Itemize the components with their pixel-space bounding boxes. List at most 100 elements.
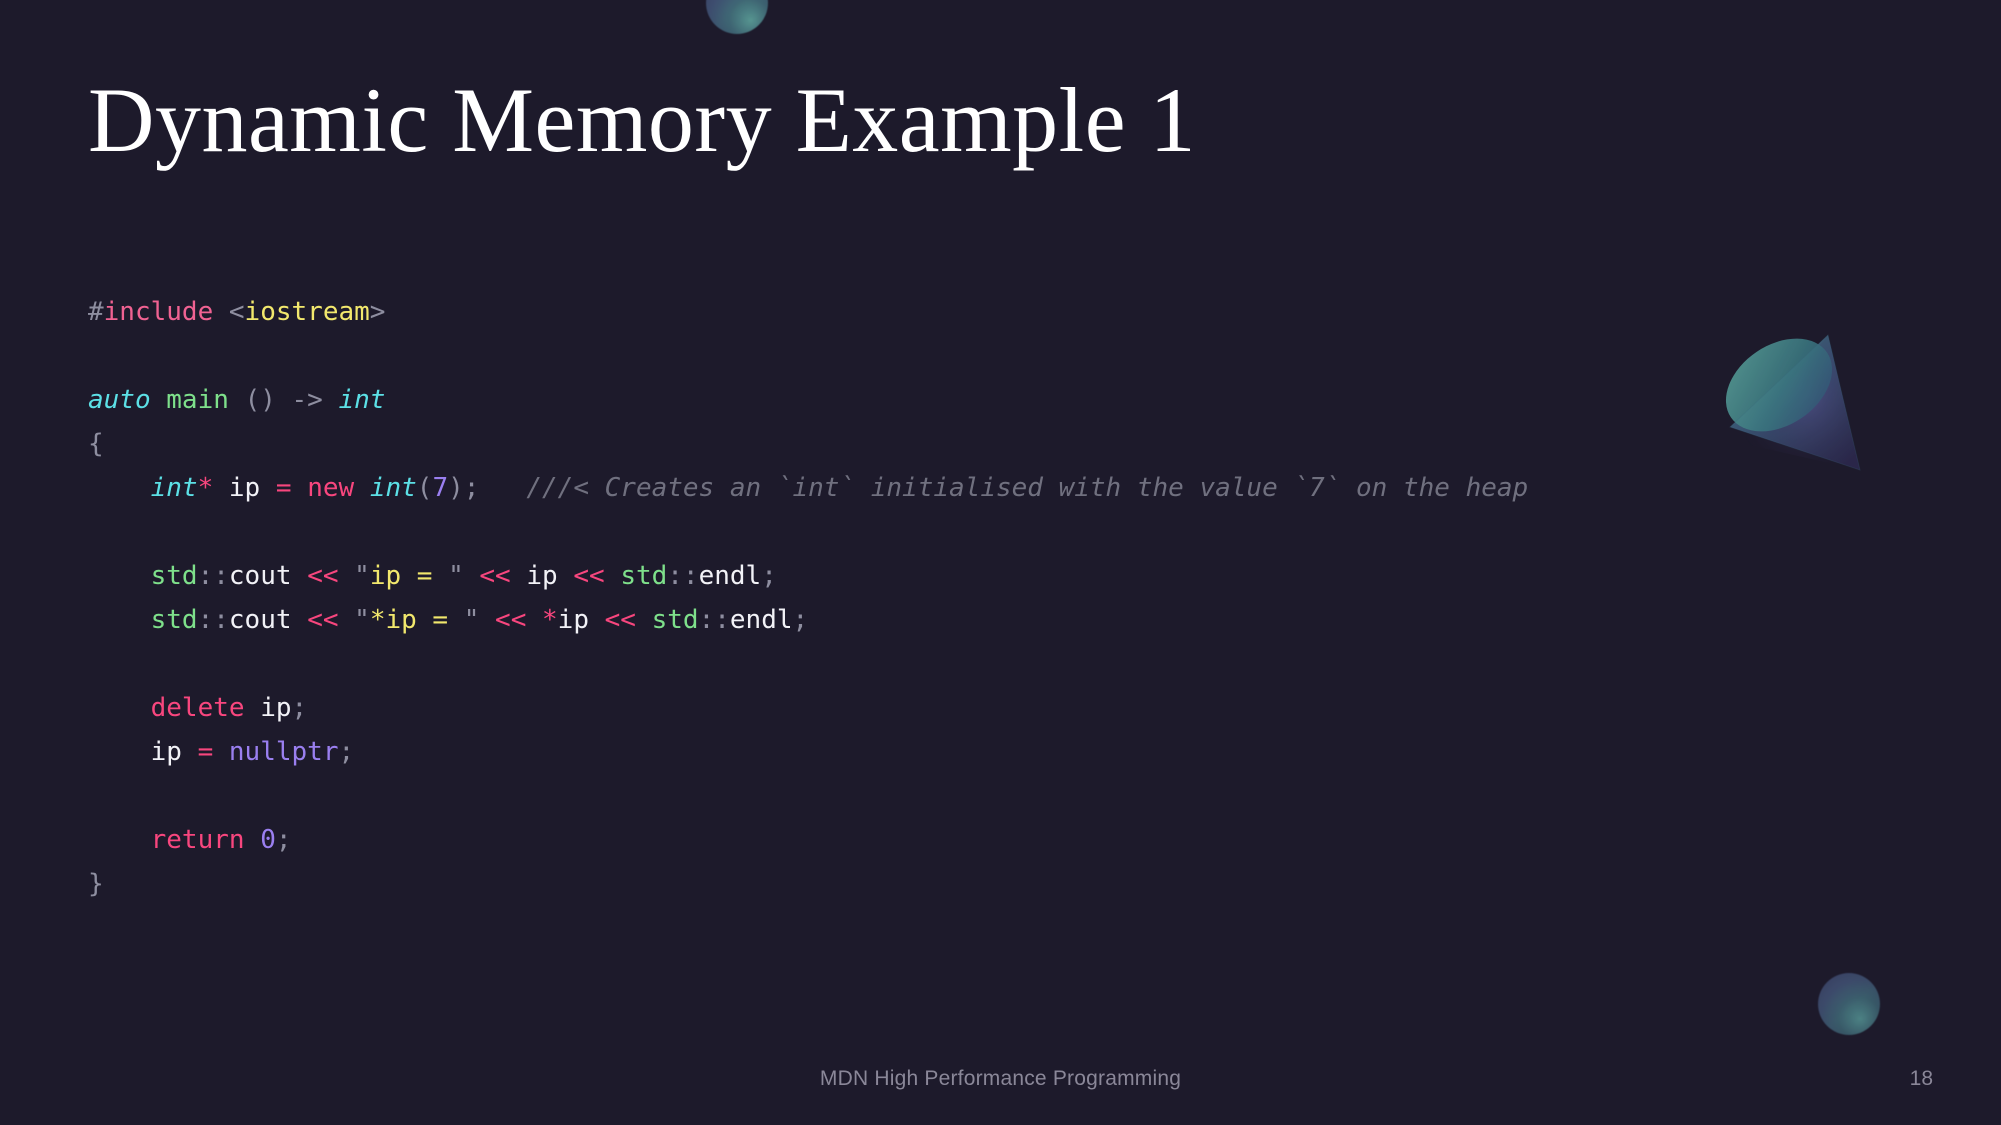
code-token: int xyxy=(150,473,198,503)
code-token: cout xyxy=(228,561,292,591)
code-token: ; xyxy=(792,605,809,635)
slide-canvas: Dynamic Memory Example 1 #include <iostr… xyxy=(0,0,2001,1125)
code-token: } xyxy=(88,869,104,899)
code-token: << xyxy=(307,605,339,635)
sphere-decoration-top xyxy=(706,0,768,34)
code-line: { xyxy=(88,422,1528,466)
code-token: = xyxy=(275,473,292,503)
code-line: return 0; xyxy=(88,818,1528,862)
code-token: () xyxy=(244,385,276,415)
code-token: ///< Creates an `int` initialised with t… xyxy=(526,473,1529,503)
page-number: 18 xyxy=(1909,1067,1933,1090)
footer-label: MDN High Performance Programming xyxy=(819,1067,1182,1090)
code-token: ip xyxy=(228,473,261,503)
code-line: ip = nullptr; xyxy=(88,730,1528,774)
code-token: return xyxy=(150,825,245,855)
code-token: endl xyxy=(729,605,793,635)
code-line: delete ip; xyxy=(88,686,1528,730)
code-token: * xyxy=(197,473,214,503)
code-token: " xyxy=(448,561,464,591)
code-token: ; xyxy=(275,825,292,855)
code-token: 7 xyxy=(432,473,449,503)
code-token: ip xyxy=(150,737,182,767)
code-token: ip xyxy=(260,693,292,723)
code-token: ip xyxy=(557,605,589,635)
code-line: } xyxy=(88,862,1528,906)
code-token: :: xyxy=(667,561,699,591)
code-token: ; xyxy=(291,693,308,723)
code-token: << xyxy=(479,561,511,591)
code-token: ); xyxy=(448,473,480,503)
code-token: :: xyxy=(698,605,730,635)
code-token: 0 xyxy=(260,825,276,855)
code-line: #include <iostream> xyxy=(88,290,1528,334)
code-token: " xyxy=(354,605,370,635)
sphere-decoration-bottom xyxy=(1818,973,1880,1035)
code-token: < xyxy=(228,297,245,327)
code-token: ip xyxy=(526,561,558,591)
code-token: ; xyxy=(761,561,777,591)
code-line: int* ip = new int(7); ///< Creates an `i… xyxy=(88,466,1529,510)
code-token: std xyxy=(651,605,699,635)
code-line: auto main () -> int xyxy=(88,378,1528,422)
code-token: std xyxy=(150,605,198,635)
cone-decoration xyxy=(1700,315,1930,515)
code-token: " xyxy=(354,561,370,591)
code-line: std::cout << "ip = " << ip << std::endl; xyxy=(88,554,1528,598)
code-token: main xyxy=(166,385,229,415)
code-token: :: xyxy=(197,605,229,635)
code-token: ; xyxy=(338,737,355,767)
code-token: { xyxy=(88,429,104,459)
code-token: new xyxy=(307,473,355,503)
code-token: nullptr xyxy=(228,737,339,767)
code-block: #include <iostream> auto main () -> int {… xyxy=(88,290,1528,906)
code-token: int xyxy=(369,473,417,503)
code-token: delete xyxy=(150,693,245,723)
code-token: int xyxy=(338,385,386,415)
code-token: << xyxy=(495,605,527,635)
code-token: -> xyxy=(291,385,323,415)
code-token: auto xyxy=(88,385,151,415)
code-token: * xyxy=(542,605,558,635)
page-title: Dynamic Memory Example 1 xyxy=(88,69,1197,171)
code-token: = xyxy=(197,737,214,767)
code-token: include xyxy=(103,297,214,327)
code-token: :: xyxy=(197,561,229,591)
code-line: std::cout << "*ip = " << *ip << std::end… xyxy=(88,598,1528,642)
code-token: *ip = xyxy=(369,605,464,635)
code-token: ( xyxy=(416,473,433,503)
code-token: endl xyxy=(698,561,762,591)
code-token: cout xyxy=(228,605,292,635)
code-token: ip = xyxy=(369,561,449,591)
code-token: > xyxy=(369,297,386,327)
